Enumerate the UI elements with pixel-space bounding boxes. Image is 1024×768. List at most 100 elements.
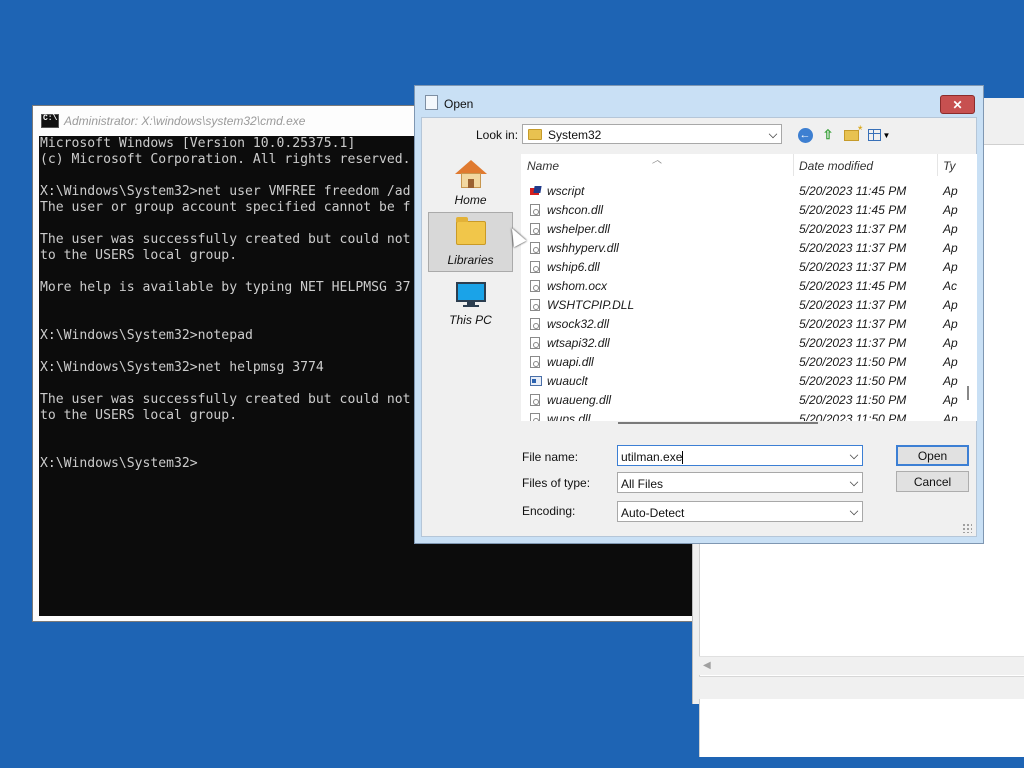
file-name-label: File name:	[522, 450, 579, 464]
file-row[interactable]: wups.dll 5/20/2023 11:50 PM Ap	[521, 410, 977, 421]
date-modified-cell: 5/20/2023 11:37 PM	[799, 260, 907, 274]
file-list[interactable]: ︿ Name Date modified Ty wscript 5/20/2023…	[521, 154, 977, 421]
date-modified-cell: 5/20/2023 11:50 PM	[799, 412, 907, 421]
file-name-cell: wshom.ocx	[547, 279, 608, 293]
file-row[interactable]: wshcon.dll 5/20/2023 11:45 PM Ap	[521, 201, 977, 220]
notepad-document-icon	[425, 95, 438, 110]
back-button[interactable]: ←	[796, 126, 814, 144]
type-cell: Ap	[943, 184, 958, 198]
file-list-header: ︿ Name Date modified Ty	[521, 154, 977, 176]
file-list-vertical-scrollbar[interactable]	[960, 176, 977, 421]
place-home[interactable]: Home	[428, 154, 513, 212]
file-row[interactable]: wuauclt 5/20/2023 11:50 PM Ap	[521, 372, 977, 391]
file-name-cell: wsock32.dll	[547, 317, 610, 331]
file-name-cell: wuapi.dll	[547, 355, 594, 369]
open-dialog-title: Open	[444, 97, 474, 111]
file-row[interactable]: wtsapi32.dll 5/20/2023 11:37 PM Ap	[521, 334, 977, 353]
type-cell: Ap	[943, 393, 958, 407]
scroll-left-icon[interactable]: ◀	[703, 660, 711, 671]
dll-file-icon	[530, 413, 540, 421]
file-name-cell: wshcon.dll	[547, 203, 604, 217]
date-modified-cell: 5/20/2023 11:37 PM	[799, 298, 907, 312]
chevron-down-icon[interactable]	[849, 506, 859, 516]
file-name-cell: wups.dll	[547, 412, 591, 421]
file-name-cell: wuauclt	[547, 374, 588, 388]
close-icon: ✕	[952, 97, 963, 112]
file-name-value: utilman.exe	[621, 450, 683, 464]
open-dialog[interactable]: Open ✕ Look in: System32 ← ⇧ ▼	[414, 85, 984, 544]
encoding-label: Encoding:	[522, 504, 576, 518]
file-name-combobox[interactable]: utilman.exe	[617, 445, 863, 466]
exe-file-icon	[530, 376, 542, 386]
file-name-cell: WSHTCPIP.DLL	[547, 298, 635, 312]
file-name-cell: wuaueng.dll	[547, 393, 612, 407]
chevron-down-icon[interactable]	[849, 477, 859, 487]
dll-file-icon	[530, 280, 540, 292]
libraries-folder-icon	[455, 217, 486, 245]
create-new-folder-button[interactable]	[842, 123, 862, 144]
date-modified-cell: 5/20/2023 11:50 PM	[799, 374, 907, 388]
column-header-name[interactable]: Name	[527, 159, 559, 173]
open-dialog-body: Look in: System32 ← ⇧ ▼ Home	[421, 117, 977, 537]
cancel-button[interactable]: Cancel	[896, 471, 969, 492]
resize-grip[interactable]	[962, 523, 972, 533]
open-dialog-titlebar[interactable]: Open ✕	[415, 86, 983, 116]
column-divider[interactable]	[937, 154, 938, 176]
dll-file-icon	[530, 242, 540, 254]
dll-file-icon	[530, 204, 540, 216]
view-menu-button[interactable]: ▼	[866, 126, 892, 144]
type-cell: Ap	[943, 298, 958, 312]
column-header-date-modified[interactable]: Date modified	[799, 159, 873, 173]
file-name-field[interactable]: utilman.exe	[621, 450, 684, 465]
dll-file-icon	[530, 261, 540, 273]
file-row[interactable]: wship6.dll 5/20/2023 11:37 PM Ap	[521, 258, 977, 277]
column-header-type[interactable]: Ty	[943, 159, 955, 173]
file-name-cell: wshelper.dll	[547, 222, 610, 236]
encoding-dropdown[interactable]: Auto-Detect	[617, 501, 863, 522]
place-libraries-label: Libraries	[447, 253, 494, 267]
dll-file-icon	[530, 394, 540, 406]
script-file-icon	[530, 185, 540, 197]
look-in-label: Look in:	[476, 128, 519, 142]
file-row[interactable]: wshelper.dll 5/20/2023 11:37 PM Ap	[521, 220, 977, 239]
date-modified-cell: 5/20/2023 11:45 PM	[799, 184, 907, 198]
file-row[interactable]: WSHTCPIP.DLL 5/20/2023 11:37 PM Ap	[521, 296, 977, 315]
back-icon: ←	[797, 127, 813, 143]
place-this-pc[interactable]: This PC	[428, 274, 513, 332]
this-pc-icon	[455, 282, 486, 308]
place-this-pc-label: This PC	[449, 313, 492, 327]
file-row[interactable]: wshhyperv.dll 5/20/2023 11:37 PM Ap	[521, 239, 977, 258]
places-bar: Home Libraries This PC	[428, 154, 515, 454]
file-row[interactable]: wuaueng.dll 5/20/2023 11:50 PM Ap	[521, 391, 977, 410]
file-name-cell: wscript	[547, 184, 585, 198]
close-button[interactable]: ✕	[940, 95, 975, 114]
column-divider[interactable]	[793, 154, 794, 176]
date-modified-cell: 5/20/2023 11:50 PM	[799, 355, 907, 369]
cmd-window-title: Administrator: X:\windows\system32\cmd.e…	[64, 114, 306, 128]
file-list-horizontal-scrollbar[interactable]	[618, 422, 818, 424]
open-button[interactable]: Open	[896, 445, 969, 466]
place-libraries[interactable]: Libraries	[428, 212, 513, 272]
dropdown-arrow-icon: ▼	[882, 130, 891, 140]
dll-file-icon	[530, 356, 540, 368]
file-row[interactable]: wsock32.dll 5/20/2023 11:37 PM Ap	[521, 315, 977, 334]
type-cell: Ap	[943, 336, 958, 350]
up-one-level-button[interactable]: ⇧	[819, 126, 837, 144]
file-row[interactable]: wshom.ocx 5/20/2023 11:45 PM Ac	[521, 277, 977, 296]
file-row[interactable]: wuapi.dll 5/20/2023 11:50 PM Ap	[521, 353, 977, 372]
encoding-value: Auto-Detect	[621, 506, 685, 520]
dll-file-icon	[530, 223, 540, 235]
dll-file-icon	[530, 318, 540, 330]
files-of-type-dropdown[interactable]: All Files	[617, 472, 863, 493]
chevron-down-icon[interactable]	[768, 129, 778, 139]
file-name-cell: wtsapi32.dll	[547, 336, 610, 350]
scrollbar-thumb[interactable]	[967, 386, 969, 400]
look-in-dropdown[interactable]: System32	[522, 124, 782, 144]
chevron-down-icon[interactable]	[849, 450, 859, 460]
text-cursor	[682, 451, 684, 465]
type-cell: Ap	[943, 203, 958, 217]
file-row[interactable]: wscript 5/20/2023 11:45 PM Ap	[521, 182, 977, 201]
notepad-status-bar	[699, 676, 1024, 699]
notepad-horizontal-scrollbar[interactable]: ◀	[699, 656, 1024, 675]
place-home-label: Home	[454, 193, 487, 207]
